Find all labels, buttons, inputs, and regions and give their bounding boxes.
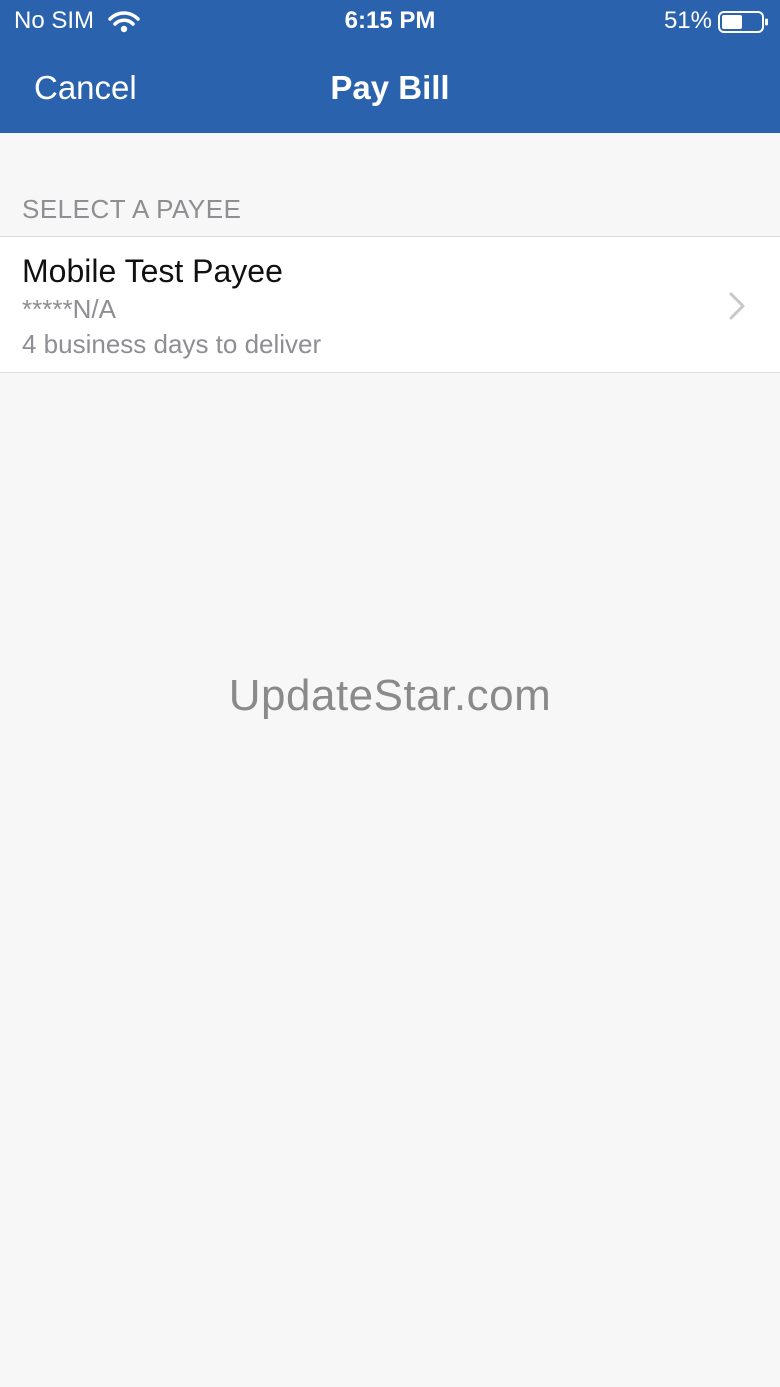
app-header: No SIM 6:15 PM 51% Cancel Pay Bill — [0, 0, 780, 133]
nav-bar: Cancel Pay Bill — [0, 44, 780, 133]
payee-delivery-time: 4 business days to deliver — [22, 329, 322, 359]
payee-account-number: *****N/A — [22, 294, 116, 324]
select-payee-section-header: SELECT A PAYEE — [22, 194, 242, 224]
watermark-text: UpdateStar.com — [228, 671, 552, 720]
battery-percent: 51% — [663, 7, 712, 34]
chevron-right-icon — [729, 292, 745, 320]
page-title: Pay Bill — [330, 69, 450, 106]
battery-icon — [718, 11, 768, 33]
payee-list-item[interactable]: Mobile Test Payee *****N/A 4 business da… — [0, 236, 780, 373]
status-bar: No SIM 6:15 PM 51% — [0, 0, 780, 44]
payee-name: Mobile Test Payee — [22, 253, 283, 289]
